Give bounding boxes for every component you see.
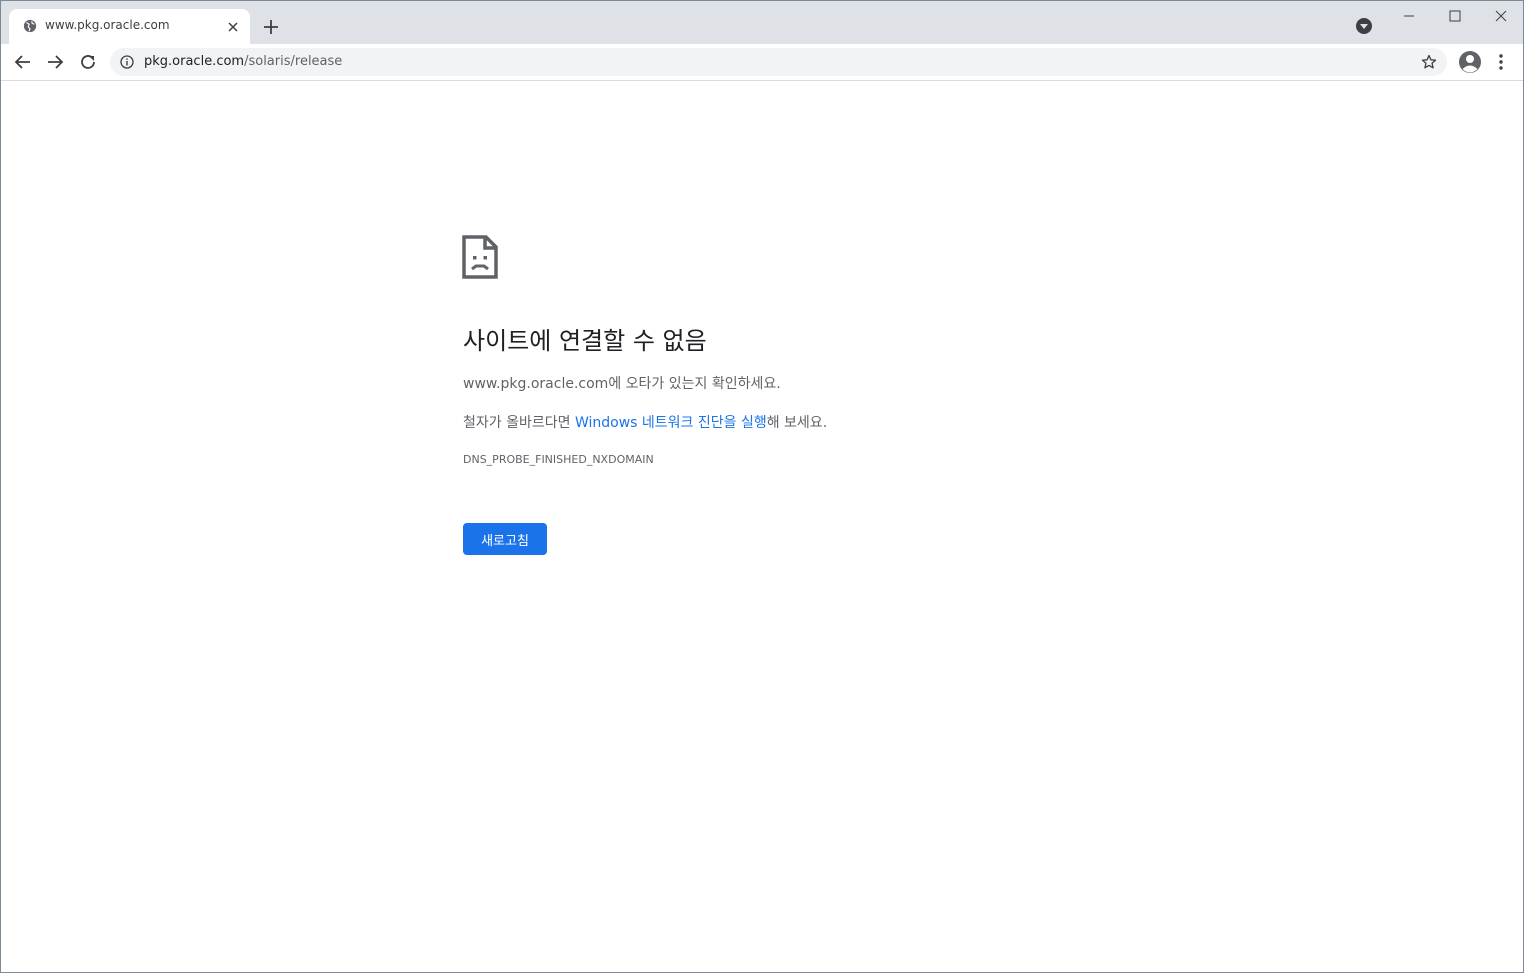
diagnostics-prefix: 철자가 올바르다면: [463, 415, 575, 431]
network-diagnostics-link[interactable]: Windows 네트워크 진단을 실행: [575, 415, 767, 431]
plus-icon[interactable]: [261, 17, 281, 37]
tab-title: www.pkg.oracle.com: [45, 18, 170, 32]
sad-page-icon: [462, 235, 498, 279]
page-content: 사이트에 연결할 수 없음 www.pkg.oracle.com에 오타가 있는…: [1, 81, 1523, 972]
chevron-down-circle-icon[interactable]: [1355, 17, 1373, 35]
close-icon[interactable]: [225, 19, 241, 35]
close-icon[interactable]: [1478, 1, 1524, 31]
globe-icon: [23, 19, 37, 33]
reload-icon[interactable]: [77, 51, 99, 73]
maximize-icon[interactable]: [1432, 1, 1478, 31]
browser-window: www.pkg.oracle.com pkg.oracle.com/solari…: [0, 0, 1524, 973]
account-circle-icon[interactable]: [1458, 50, 1482, 74]
arrow-right-icon[interactable]: [44, 51, 66, 73]
url-host: pkg.oracle.com: [144, 54, 245, 69]
error-suggestion-typo: www.pkg.oracle.com에 오타가 있는지 확인하세요.: [463, 373, 781, 393]
diagnostics-suffix: 해 보세요.: [766, 415, 828, 431]
info-icon[interactable]: [120, 55, 134, 69]
tab-strip: www.pkg.oracle.com: [1, 1, 1523, 44]
arrow-left-icon[interactable]: [12, 51, 34, 73]
error-host: www.pkg.oracle.com: [463, 376, 609, 392]
toolbar: pkg.oracle.com/solaris/release: [1, 44, 1523, 81]
address-bar[interactable]: pkg.oracle.com/solaris/release: [110, 48, 1447, 76]
kebab-menu-icon[interactable]: [1493, 52, 1509, 72]
error-code: DNS_PROBE_FINISHED_NXDOMAIN: [463, 453, 654, 466]
url-path: /solaris/release: [244, 54, 343, 69]
error-title: 사이트에 연결할 수 없음: [463, 327, 707, 355]
error-typo-text: 에 오타가 있는지 확인하세요.: [608, 376, 781, 392]
star-icon[interactable]: [1421, 54, 1437, 70]
active-tab[interactable]: www.pkg.oracle.com: [9, 9, 250, 44]
url-text[interactable]: pkg.oracle.com/solaris/release: [144, 54, 342, 69]
minimize-icon[interactable]: [1386, 1, 1432, 31]
error-suggestion-diagnostics: 철자가 올바르다면 Windows 네트워크 진단을 실행해 보세요.: [463, 412, 827, 432]
reload-button[interactable]: 새로고침: [463, 523, 547, 555]
